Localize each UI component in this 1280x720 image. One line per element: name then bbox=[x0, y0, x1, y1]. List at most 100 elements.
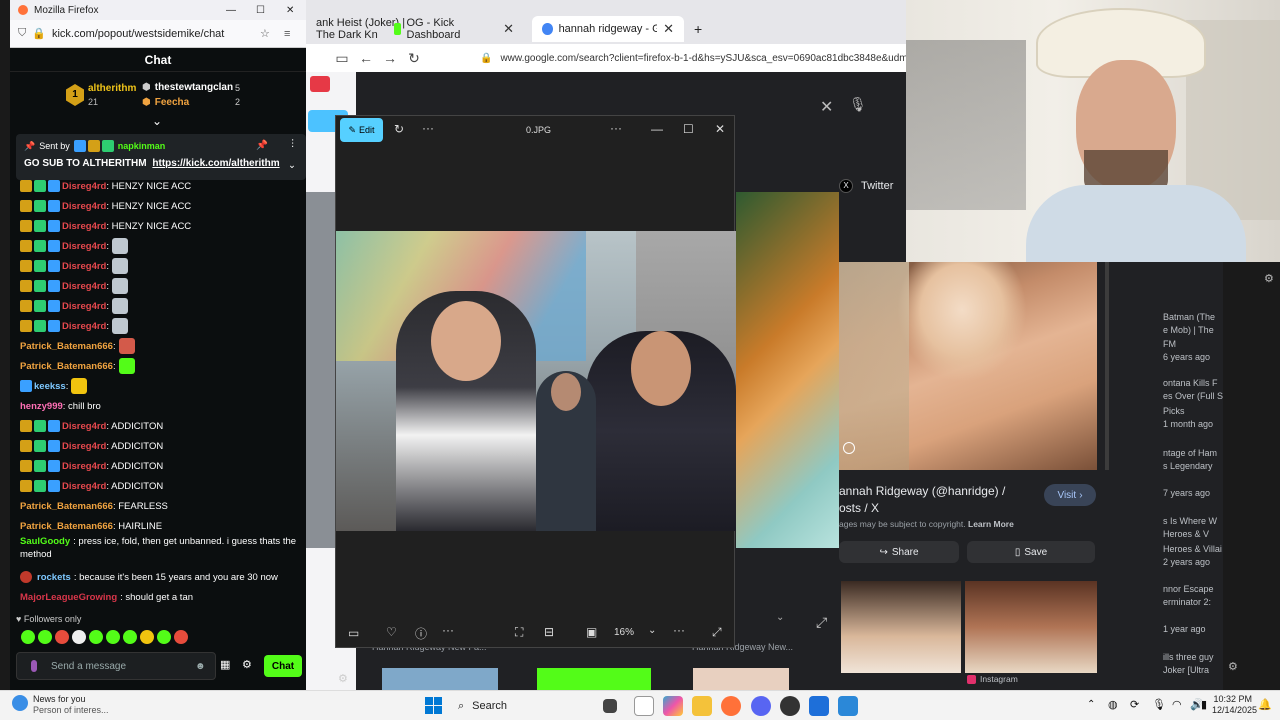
more-icon[interactable]: ··· bbox=[673, 623, 685, 637]
weather-icon[interactable] bbox=[12, 695, 28, 711]
username[interactable]: Disreg4rd bbox=[62, 441, 106, 452]
photos-icon[interactable] bbox=[838, 696, 858, 716]
info-icon[interactable]: ⓘ bbox=[415, 625, 427, 642]
menu-icon[interactable]: ≡ bbox=[284, 28, 290, 40]
username[interactable]: Patrick_Bateman666 bbox=[20, 341, 113, 352]
chevron-down-icon[interactable]: ⌄ bbox=[648, 625, 656, 636]
username[interactable]: Patrick_Bateman666 bbox=[20, 521, 113, 532]
gift-icon[interactable]: ▦ bbox=[220, 658, 230, 671]
windows-start-icon[interactable] bbox=[425, 697, 442, 714]
thumbnail-image[interactable] bbox=[693, 668, 789, 690]
star-icon[interactable]: ☆ bbox=[260, 27, 270, 40]
emote-icon[interactable] bbox=[174, 630, 188, 644]
close-icon[interactable]: ✕ bbox=[503, 21, 514, 37]
emote-icon[interactable] bbox=[72, 630, 86, 644]
pin-icon[interactable]: 📌 bbox=[256, 140, 268, 151]
chat-send-button[interactable]: Chat bbox=[264, 655, 302, 677]
firefox-icon[interactable] bbox=[721, 696, 741, 716]
url-field[interactable]: 🔒 www.google.com/search?client=firefox-b… bbox=[480, 48, 919, 68]
tab-kick-dashboard[interactable]: OG - Kick Dashboard ✕ bbox=[384, 16, 524, 42]
sync-icon[interactable]: ⟳ bbox=[1130, 698, 1139, 711]
thumbnail-image[interactable] bbox=[537, 668, 651, 690]
sender-name[interactable]: napkinman bbox=[118, 141, 166, 151]
heart-icon[interactable]: ♡ bbox=[386, 625, 397, 639]
emote-icon[interactable] bbox=[157, 630, 171, 644]
chevron-up-icon[interactable]: ⌃ bbox=[1087, 699, 1095, 710]
username[interactable]: Disreg4rd bbox=[62, 301, 106, 312]
clock[interactable]: 10:32 PM 12/14/2025 bbox=[1212, 694, 1257, 716]
obs-icon[interactable] bbox=[780, 696, 800, 716]
battery-icon[interactable]: ▮ bbox=[1201, 698, 1207, 711]
filmstrip-icon[interactable]: ▭ bbox=[348, 626, 359, 640]
thumbnail-image[interactable] bbox=[382, 668, 498, 690]
clear-icon[interactable]: ✕ bbox=[820, 97, 833, 117]
username[interactable]: Disreg4rd bbox=[62, 321, 106, 332]
close-icon[interactable]: ✕ bbox=[663, 21, 674, 37]
rotate-icon[interactable]: ↻ bbox=[394, 122, 404, 136]
notepad-icon[interactable] bbox=[634, 696, 654, 716]
username[interactable]: SaulGoody bbox=[20, 536, 70, 547]
more-icon[interactable]: ··· bbox=[610, 121, 622, 135]
minimize-icon[interactable]: — bbox=[651, 122, 663, 136]
forward-icon[interactable]: → bbox=[378, 50, 402, 66]
back-icon[interactable]: ← bbox=[354, 50, 378, 66]
username[interactable]: MajorLeagueGrowing bbox=[20, 592, 117, 603]
username[interactable]: Disreg4rd bbox=[62, 261, 106, 272]
collapse-icon[interactable]: ⌄ bbox=[152, 114, 162, 128]
settings-icon[interactable]: ⚙ bbox=[1264, 272, 1274, 285]
username[interactable]: Disreg4rd bbox=[62, 181, 106, 192]
gear-icon[interactable]: ⚙ bbox=[242, 658, 252, 671]
username[interactable]: Disreg4rd bbox=[62, 201, 106, 212]
learn-more-link[interactable]: Learn More bbox=[968, 519, 1014, 529]
username[interactable]: Patrick_Bateman666 bbox=[20, 361, 113, 372]
maximize-icon[interactable]: ☐ bbox=[256, 5, 265, 16]
username[interactable]: Disreg4rd bbox=[62, 421, 106, 432]
news-widget[interactable]: News for you Person of interes... bbox=[33, 694, 109, 716]
emote-icon[interactable] bbox=[106, 630, 120, 644]
username[interactable]: Patrick_Bateman666 bbox=[20, 501, 113, 512]
copilot-icon[interactable] bbox=[663, 696, 683, 716]
edit-button[interactable]: ✎ Edit bbox=[340, 118, 383, 142]
chevron-down-icon[interactable]: ⌄ bbox=[288, 160, 296, 171]
adjust-icon[interactable]: ⊟ bbox=[544, 625, 554, 639]
network-icon[interactable]: ◍ bbox=[1108, 698, 1118, 711]
username[interactable]: Disreg4rd bbox=[62, 281, 106, 292]
minimize-icon[interactable]: — bbox=[226, 5, 236, 16]
reload-icon[interactable]: ↻ bbox=[402, 50, 426, 67]
settings-icon[interactable]: ⚙ bbox=[1228, 660, 1238, 673]
crop-icon[interactable]: ⛶ bbox=[515, 625, 523, 640]
file-explorer-icon[interactable] bbox=[692, 696, 712, 716]
twitter-source[interactable]: X Twitter bbox=[839, 179, 893, 193]
sidebar-toggle-icon[interactable]: ▭ bbox=[330, 50, 354, 67]
more-icon[interactable]: ··· bbox=[422, 121, 434, 135]
username[interactable]: Disreg4rd bbox=[62, 481, 106, 492]
emote-icon[interactable] bbox=[21, 630, 35, 644]
related-image[interactable] bbox=[965, 581, 1097, 673]
username[interactable]: Disreg4rd bbox=[62, 241, 106, 252]
wifi-icon[interactable]: ◠ bbox=[1172, 698, 1182, 711]
mic-icon[interactable]: 🎙 bbox=[849, 96, 867, 113]
new-tab-button[interactable]: + bbox=[684, 16, 712, 42]
instagram-source[interactable]: Instagram bbox=[967, 674, 1018, 684]
close-icon[interactable]: ✕ bbox=[715, 122, 725, 136]
share-button[interactable]: ↪ Share bbox=[839, 541, 959, 563]
maximize-icon[interactable]: ☐ bbox=[683, 122, 694, 136]
emote-icon[interactable] bbox=[123, 630, 137, 644]
second-gifter[interactable]: ⬢ thestewtangclan bbox=[142, 82, 233, 93]
tab-google-search[interactable]: hannah ridgeway - Google Sea ✕ bbox=[532, 16, 684, 42]
pinned-message[interactable]: 📌 Sent by napkinman 📌 ⋮ GO SUB TO ALTHER… bbox=[16, 134, 306, 180]
username[interactable]: henzy999 bbox=[20, 401, 63, 412]
discord-icon[interactable] bbox=[751, 696, 771, 716]
emote-icon[interactable] bbox=[140, 630, 154, 644]
fullscreen-icon[interactable]: ⤢ bbox=[712, 625, 722, 640]
emote-icon[interactable] bbox=[38, 630, 52, 644]
username[interactable]: Disreg4rd bbox=[62, 461, 106, 472]
close-icon[interactable]: ✕ bbox=[286, 5, 294, 16]
username[interactable]: Disreg4rd bbox=[62, 221, 106, 232]
scrollbar[interactable] bbox=[1105, 262, 1109, 470]
preview-image[interactable] bbox=[839, 262, 1097, 470]
fullscreen-icon[interactable]: ⤢ bbox=[816, 614, 827, 631]
chevron-down-icon[interactable]: ⌄ bbox=[776, 612, 784, 623]
address-bar[interactable]: ⛉ 🔒 kick.com/popout/westsidemike/chat ☆ … bbox=[10, 20, 306, 48]
emote-icon[interactable] bbox=[89, 630, 103, 644]
